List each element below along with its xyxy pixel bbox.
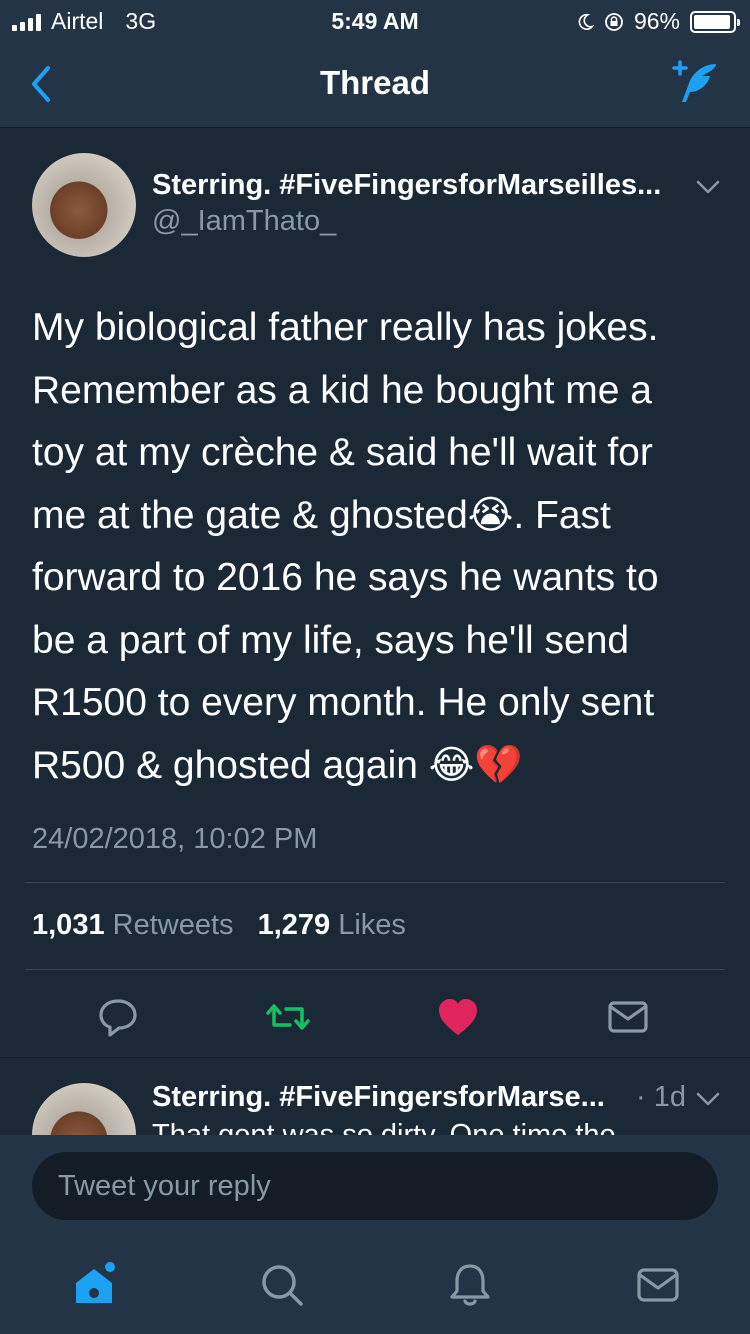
tweet-time: · 1d bbox=[636, 1081, 686, 1113]
status-bar: Airtel 3G 5:49 AM 96% bbox=[0, 0, 750, 40]
retweet-icon[interactable] bbox=[266, 995, 310, 1039]
tweet-detail: Sterring. #FiveFingersforMarseilles... @… bbox=[0, 129, 750, 1058]
author-name[interactable]: Sterring. #FiveFingersforMarseilles... bbox=[152, 169, 661, 202]
tweet-text: That gent was so dirty. One time the bbox=[152, 1119, 616, 1135]
tab-bar bbox=[0, 1237, 750, 1334]
divider bbox=[25, 882, 725, 883]
direct-message-icon[interactable] bbox=[606, 995, 650, 1039]
chevron-down-icon[interactable] bbox=[696, 1091, 720, 1107]
retweets-label[interactable]: Retweets bbox=[113, 909, 234, 941]
reply-bar bbox=[0, 1135, 750, 1237]
tweet-actions bbox=[0, 995, 750, 1041]
compose-tweet-icon[interactable] bbox=[666, 58, 720, 108]
like-heart-icon[interactable] bbox=[436, 995, 480, 1039]
chevron-down-icon[interactable] bbox=[696, 179, 720, 195]
reply-input[interactable] bbox=[32, 1152, 718, 1220]
avatar[interactable] bbox=[32, 153, 136, 257]
author-handle[interactable]: @_IamThato_ bbox=[152, 205, 336, 238]
retweets-count[interactable]: 1,031 bbox=[32, 909, 105, 941]
notifications-icon[interactable] bbox=[446, 1261, 494, 1309]
tweet-stats: 1,031 Retweets 1,279 Likes bbox=[32, 909, 422, 942]
search-icon[interactable] bbox=[258, 1261, 306, 1309]
battery-icon bbox=[690, 10, 740, 33]
messages-icon[interactable] bbox=[634, 1261, 682, 1309]
divider bbox=[25, 969, 725, 970]
tweet-text: My biological father really has jokes. R… bbox=[32, 306, 659, 787]
reply-icon[interactable] bbox=[96, 995, 140, 1039]
likes-label[interactable]: Likes bbox=[338, 909, 406, 941]
avatar[interactable] bbox=[32, 1083, 136, 1135]
battery-percentage: 96% bbox=[633, 8, 680, 34]
author-name[interactable]: Sterring. #FiveFingersforMarse... bbox=[152, 1081, 605, 1114]
reply-tweet-preview[interactable]: Sterring. #FiveFingersforMarse... · 1d T… bbox=[0, 1059, 750, 1135]
navigation-bar: Thread bbox=[0, 40, 750, 128]
do-not-disturb-icon bbox=[578, 13, 594, 30]
page-title: Thread bbox=[319, 64, 431, 101]
tweet-timestamp: 24/02/2018, 10:02 PM bbox=[32, 823, 318, 855]
likes-count[interactable]: 1,279 bbox=[258, 909, 331, 941]
home-icon[interactable] bbox=[70, 1261, 118, 1309]
rotation-lock-icon bbox=[605, 12, 623, 31]
